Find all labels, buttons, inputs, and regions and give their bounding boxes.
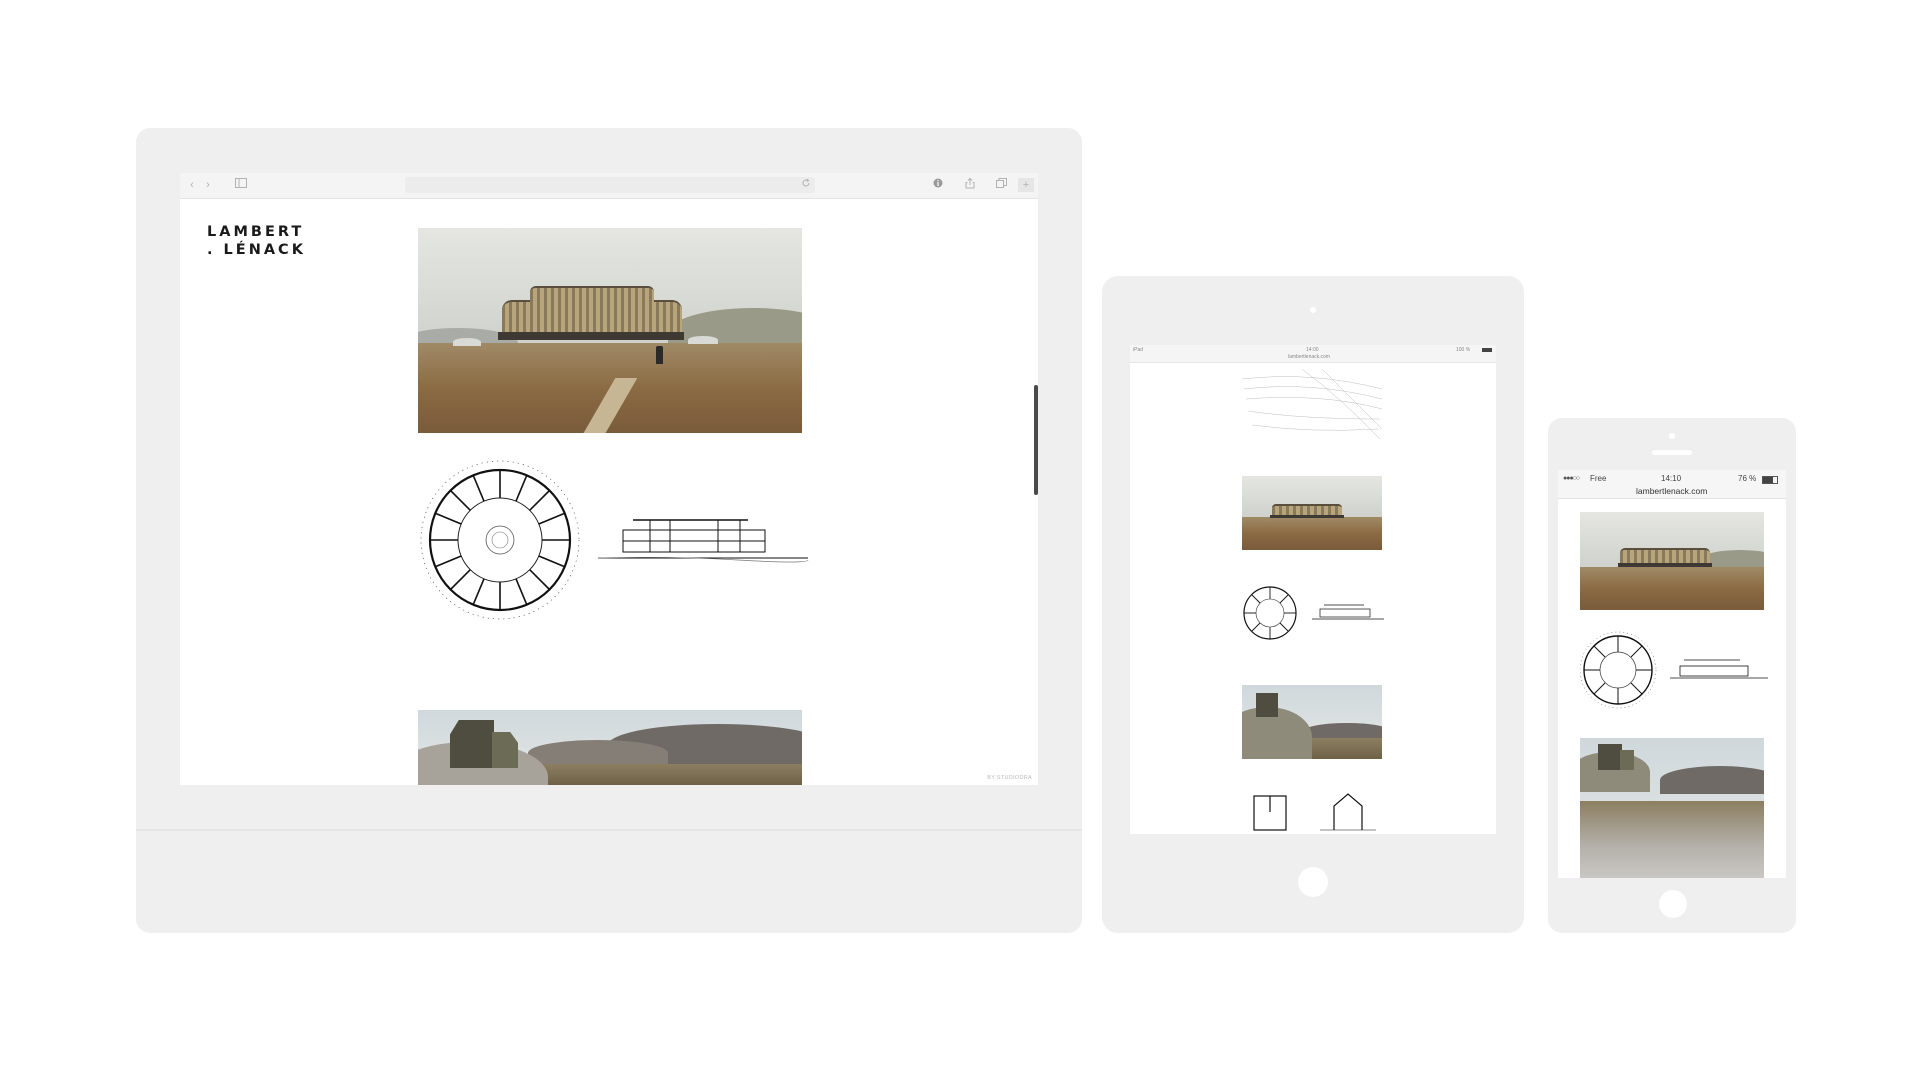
tablet-url[interactable]: lambertlenack.com	[1288, 354, 1330, 360]
phone-time: 14:10	[1661, 474, 1682, 483]
browser-toolbar: ‹ › +	[180, 173, 1038, 199]
project-photo-round-building[interactable]	[418, 228, 802, 433]
battery-icon	[1482, 348, 1492, 352]
project-photo-cabin-landscape[interactable]	[418, 710, 802, 785]
monitor-chin-divider	[136, 829, 1082, 831]
tablet-home-button[interactable]	[1298, 867, 1328, 897]
phone-photo-round-building[interactable]	[1580, 512, 1764, 610]
tablet-device: iPad 14:00 lambertlenack.com 100 %	[1102, 276, 1524, 933]
tablet-browser-screen: iPad 14:00 lambertlenack.com 100 %	[1130, 345, 1496, 834]
phone-device: ●●●○○ Free 14:10 76 % lambertlenack.com	[1548, 418, 1796, 933]
desktop-browser-window: ‹ › + LAMBERT . LÉNACK BY STUDIODRA	[180, 173, 1038, 785]
plan-and-section-drawing[interactable]	[418, 460, 818, 630]
phone-url[interactable]: lambertlenack.com	[1636, 486, 1707, 496]
phone-plan-and-section[interactable]	[1579, 630, 1770, 710]
phone-browser-screen: ●●●○○ Free 14:10 76 % lambertlenack.com	[1558, 470, 1786, 878]
scrollbar-thumb[interactable]	[1034, 385, 1038, 495]
phone-photo-cabin[interactable]	[1580, 738, 1764, 878]
info-icon[interactable]	[932, 178, 944, 192]
phone-status-bar: ●●●○○ Free 14:10 76 % lambertlenack.com	[1558, 470, 1786, 499]
chevron-right-icon[interactable]: ›	[202, 178, 214, 192]
site-logo[interactable]: LAMBERT . LÉNACK	[207, 223, 306, 259]
tablet-battery-text: 100 %	[1456, 347, 1471, 353]
new-tab-button[interactable]: +	[1018, 178, 1034, 192]
tablet-carrier: iPad	[1133, 347, 1144, 353]
battery-icon	[1762, 476, 1778, 484]
reload-icon[interactable]	[800, 178, 812, 192]
chevron-left-icon[interactable]: ‹	[186, 178, 198, 192]
credit-note: BY STUDIODRA	[987, 775, 1032, 781]
tablet-cabin-drawings[interactable]	[1250, 792, 1380, 834]
site-plan-sketch[interactable]	[1241, 368, 1383, 443]
tablet-photo-cabin[interactable]	[1242, 685, 1382, 759]
tablet-photo-round-building[interactable]	[1242, 476, 1382, 550]
tablet-status-bar: iPad 14:00 lambertlenack.com 100 %	[1130, 345, 1496, 363]
tabs-icon[interactable]	[995, 178, 1007, 192]
tablet-time: 14:00	[1306, 347, 1319, 353]
phone-speaker	[1652, 450, 1692, 455]
address-bar[interactable]	[405, 177, 815, 193]
desktop-monitor: ‹ › + LAMBERT . LÉNACK BY STUDIODRA	[136, 128, 1082, 933]
phone-battery-text: 76 %	[1738, 474, 1757, 483]
share-icon[interactable]	[964, 177, 976, 192]
phone-carrier: Free	[1590, 474, 1607, 483]
tablet-camera	[1310, 307, 1316, 313]
sidebar-icon[interactable]	[234, 178, 248, 192]
phone-camera	[1669, 433, 1675, 439]
phone-home-button[interactable]	[1659, 890, 1687, 918]
signal-dots-icon: ●●●○○	[1563, 475, 1580, 482]
tablet-plan-and-section[interactable]	[1242, 583, 1387, 643]
